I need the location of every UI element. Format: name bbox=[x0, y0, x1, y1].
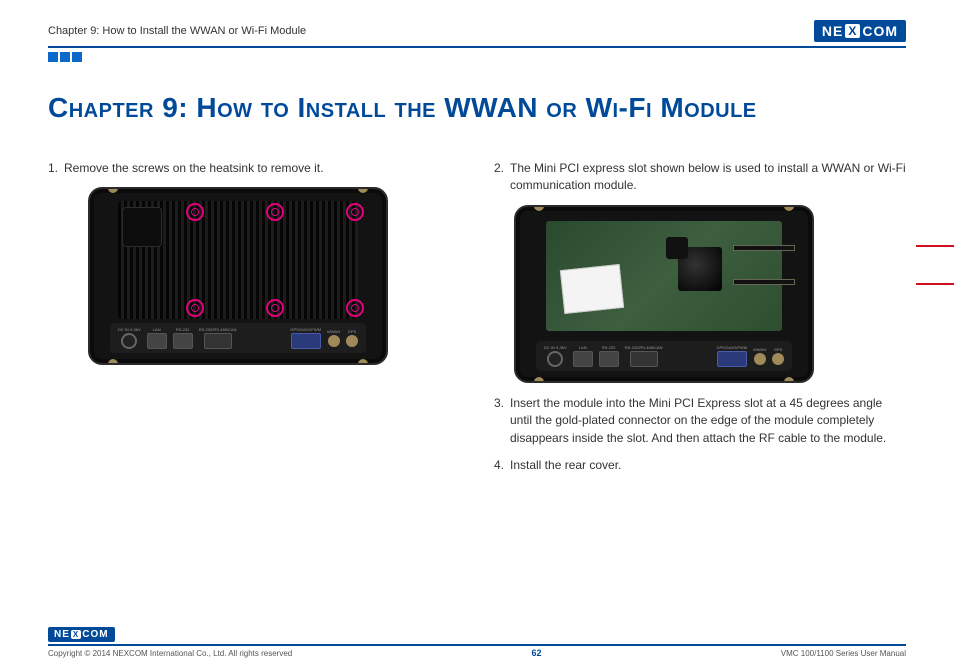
vga-port-icon bbox=[717, 351, 747, 367]
screw-marker-icon bbox=[346, 299, 364, 317]
nexcom-logo: NE X COM bbox=[814, 20, 906, 42]
step-text: Remove the screws on the heatsink to rem… bbox=[64, 160, 460, 177]
page-header: Chapter 9: How to Install the WWAN or Wi… bbox=[48, 20, 906, 48]
page-number: 62 bbox=[531, 648, 541, 658]
serial-port-icon bbox=[204, 333, 232, 349]
port-bar: DC IN 9-36V LAN RS-232 RS-232/RS-485/CAN… bbox=[110, 323, 366, 353]
mainboard bbox=[546, 221, 782, 331]
step-2: 2. The Mini PCI express slot shown below… bbox=[494, 160, 906, 195]
antenna-connector-icon bbox=[534, 377, 544, 383]
step-number: 1. bbox=[48, 160, 64, 177]
chapter-title: Chapter 9: How to Install the WWAN or Wi… bbox=[48, 92, 906, 124]
step-number: 2. bbox=[494, 160, 510, 195]
manual-name: VMC 100/1100 Series User Manual bbox=[781, 649, 906, 658]
antenna-connector-icon bbox=[108, 187, 118, 193]
step-number: 4. bbox=[494, 457, 510, 474]
port-bar: DC IN 9-36V LAN RS-232 RS-232/RS-485/CAN… bbox=[536, 341, 792, 371]
screw-marker-icon bbox=[346, 203, 364, 221]
right-column: 2. The Mini PCI express slot shown below… bbox=[494, 160, 906, 484]
step-text: Insert the module into the Mini PCI Expr… bbox=[510, 395, 906, 447]
rs232-port-icon bbox=[173, 333, 193, 349]
callout-line-icon bbox=[916, 283, 954, 285]
antenna-connector-icon bbox=[534, 205, 544, 211]
sma-port-icon bbox=[772, 353, 784, 365]
content-columns: 1. Remove the screws on the heatsink to … bbox=[48, 160, 906, 484]
dc-in-port-icon bbox=[121, 333, 137, 349]
vga-port-icon bbox=[291, 333, 321, 349]
decorative-squares bbox=[48, 52, 906, 62]
mini-pcie-slot-wwan bbox=[733, 245, 795, 251]
dc-in-port-icon bbox=[547, 351, 563, 367]
corner-panel bbox=[122, 207, 162, 247]
sma-port-icon bbox=[328, 335, 340, 347]
antenna-connector-icon bbox=[784, 377, 794, 383]
page-footer: NE X COM Copyright © 2014 NEXCOM Interna… bbox=[48, 624, 906, 658]
step-3: 3. Insert the module into the Mini PCI E… bbox=[494, 395, 906, 447]
chip-icon bbox=[666, 237, 688, 259]
left-column: 1. Remove the screws on the heatsink to … bbox=[48, 160, 460, 484]
step-text: Install the rear cover. bbox=[510, 457, 906, 474]
lan-port-icon bbox=[573, 351, 593, 367]
step-1: 1. Remove the screws on the heatsink to … bbox=[48, 160, 460, 177]
antenna-connector-icon bbox=[358, 187, 368, 193]
rs232-port-icon bbox=[599, 351, 619, 367]
lan-port-icon bbox=[147, 333, 167, 349]
device-heatsink-illustration: DC IN 9-36V LAN RS-232 RS-232/RS-485/CAN… bbox=[88, 187, 460, 365]
step-text: The Mini PCI express slot shown below is… bbox=[510, 160, 906, 195]
callout-line-icon bbox=[916, 245, 954, 247]
device-open-illustration: DC IN 9-36V LAN RS-232 RS-232/RS-485/CAN… bbox=[514, 205, 906, 383]
step-number: 3. bbox=[494, 395, 510, 447]
label-sticker bbox=[560, 264, 624, 314]
sma-port-icon bbox=[346, 335, 358, 347]
copyright-text: Copyright © 2014 NEXCOM International Co… bbox=[48, 649, 292, 658]
serial-port-icon bbox=[630, 351, 658, 367]
nexcom-logo-footer: NE X COM bbox=[48, 627, 115, 642]
antenna-connector-icon bbox=[108, 359, 118, 365]
step-4: 4. Install the rear cover. bbox=[494, 457, 906, 474]
sma-port-icon bbox=[754, 353, 766, 365]
chapter-reference: Chapter 9: How to Install the WWAN or Wi… bbox=[48, 25, 306, 37]
antenna-connector-icon bbox=[784, 205, 794, 211]
antenna-connector-icon bbox=[358, 359, 368, 365]
mini-pcie-slot-wifi bbox=[733, 279, 795, 285]
